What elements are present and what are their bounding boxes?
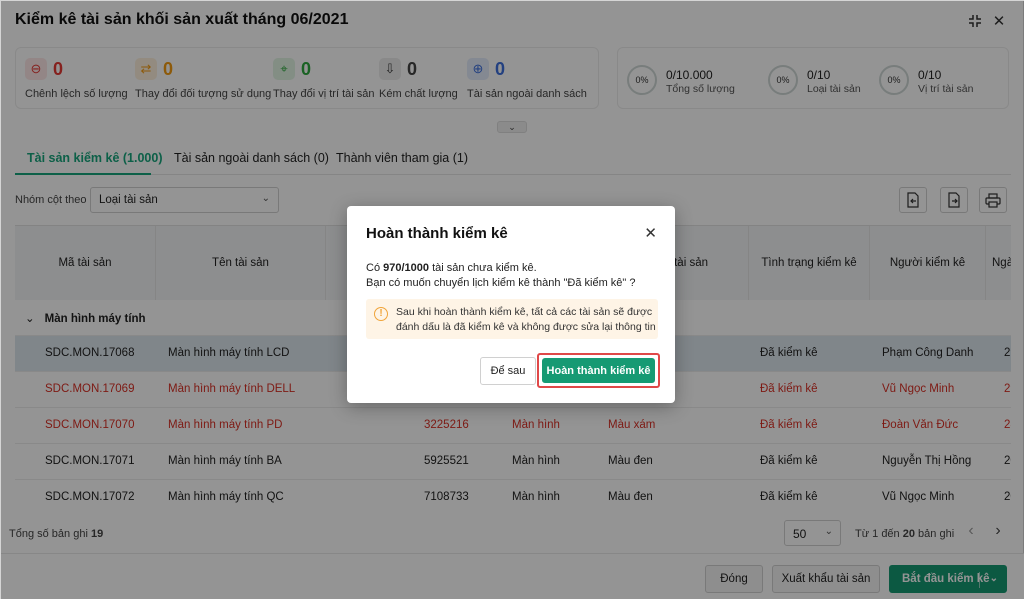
warning-line: đánh dấu là đã kiểm kê và không được sửa… <box>396 321 656 333</box>
complete-inventory-button[interactable]: Hoàn thành kiểm kê <box>542 358 655 383</box>
dialog-title: Hoàn thành kiểm kê <box>366 225 508 242</box>
warning-box: ! Sau khi hoàn thành kiểm kê, tất cả các… <box>366 299 658 339</box>
dialog-question: Bạn có muốn chuyển lịch kiểm kê thành "Đ… <box>366 277 636 289</box>
complete-inventory-dialog: Hoàn thành kiểm kê ✕ Có 970/1000 tài sản… <box>347 206 675 403</box>
later-button[interactable]: Để sau <box>480 357 536 385</box>
warning-text: Sau khi hoàn thành kiểm kê, tất cả các t… <box>396 305 656 335</box>
warning-line: Sau khi hoàn thành kiểm kê, tất cả các t… <box>396 306 653 318</box>
dialog-message: Có 970/1000 tài sản chưa kiểm kê. <box>366 262 537 274</box>
highlight-frame: Hoàn thành kiểm kê <box>537 353 660 388</box>
message-suffix: tài sản chưa kiểm kê. <box>432 262 537 274</box>
message-prefix: Có <box>366 262 381 274</box>
pending-count: 970/1000 <box>383 262 430 274</box>
warning-icon: ! <box>374 307 388 321</box>
close-icon[interactable]: ✕ <box>644 224 657 242</box>
asset-inventory-window: Kiểm kê tài sản khối sản xuất tháng 06/2… <box>0 0 1024 599</box>
